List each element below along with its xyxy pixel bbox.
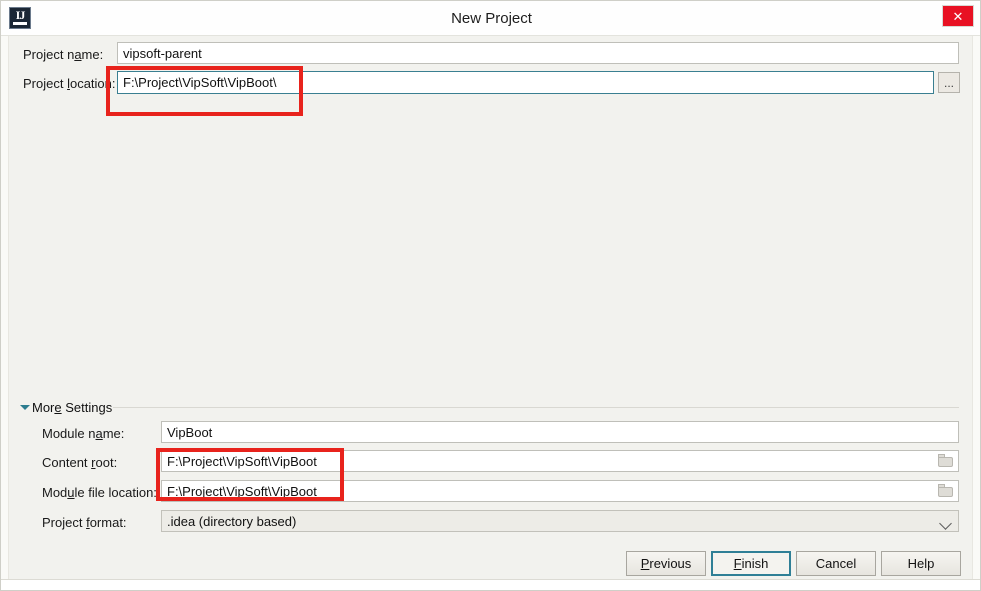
dialog-left-edge — [1, 36, 9, 582]
project-location-browse-button[interactable]: ... — [938, 72, 960, 93]
module-file-location-input[interactable]: F:\Project\VipSoft\VipBoot — [161, 480, 959, 502]
new-project-dialog: IJ New Project ✕ Project name: vipsoft-p… — [0, 0, 981, 591]
module-file-location-label: Module file location: — [42, 485, 157, 500]
help-button[interactable]: Help — [881, 551, 961, 576]
project-name-input[interactable]: vipsoft-parent — [117, 42, 959, 64]
content-root-label: Content root: — [42, 455, 118, 470]
content-root-input[interactable]: F:\Project\VipSoft\VipBoot — [161, 450, 959, 472]
title-bar: IJ New Project ✕ — [1, 1, 980, 36]
module-name-label: Module name: — [42, 426, 125, 441]
project-location-input[interactable]: F:\Project\VipSoft\VipBoot\ — [117, 71, 934, 94]
project-location-label: Project location: — [23, 76, 116, 91]
cancel-button[interactable]: Cancel — [796, 551, 876, 576]
content-root-folder-icon[interactable] — [938, 454, 954, 467]
module-file-location-folder-icon[interactable] — [938, 484, 954, 497]
project-name-label: Project name: — [23, 47, 104, 62]
dialog-bottom-edge — [1, 579, 980, 590]
chevron-down-icon — [939, 517, 952, 530]
project-format-value: .idea (directory based) — [167, 514, 297, 529]
project-format-label: Project format: — [42, 515, 127, 530]
project-format-select[interactable]: .idea (directory based) — [161, 510, 959, 532]
window-title: New Project — [451, 10, 532, 27]
chevron-down-icon[interactable] — [20, 405, 30, 410]
more-settings-toggle[interactable]: More Settings — [32, 400, 112, 415]
dialog-right-edge — [972, 36, 980, 582]
previous-button[interactable]: Previous — [626, 551, 706, 576]
close-icon[interactable]: ✕ — [942, 5, 974, 27]
more-settings-separator — [113, 407, 959, 408]
finish-button[interactable]: Finish — [711, 551, 791, 576]
module-name-input[interactable]: VipBoot — [161, 421, 959, 443]
